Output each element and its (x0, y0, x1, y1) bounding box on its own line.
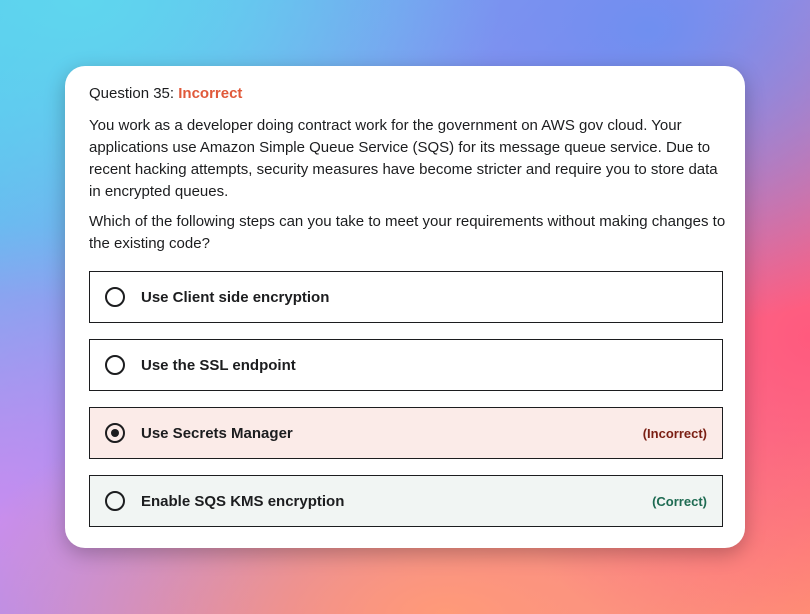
answer-option-incorrect[interactable]: Use Secrets Manager (Incorrect) (89, 407, 723, 459)
correct-tag: (Correct) (652, 493, 707, 509)
option-label: Use Client side encryption (141, 288, 330, 306)
question-prompt: Which of the following steps can you tak… (89, 213, 726, 252)
question-card: Question 35: Incorrect You work as a dev… (65, 66, 745, 548)
radio-unselected-icon[interactable] (105, 355, 125, 375)
question-number: Question 35: (89, 85, 175, 102)
option-label: Enable SQS KMS encryption (141, 492, 345, 510)
question-header: Question 35: Incorrect (89, 85, 242, 102)
result-status: Incorrect (178, 85, 243, 102)
option-label: Use Secrets Manager (141, 424, 293, 442)
incorrect-tag: (Incorrect) (642, 425, 707, 441)
question-text: You work as a developer doing contract w… (89, 117, 718, 200)
answer-option[interactable]: Use the SSL endpoint (89, 339, 723, 391)
option-label: Use the SSL endpoint (141, 356, 296, 374)
answer-option[interactable]: Use Client side encryption (89, 271, 723, 323)
radio-unselected-icon[interactable] (105, 491, 125, 511)
radio-selected-icon[interactable] (105, 423, 125, 443)
radio-unselected-icon[interactable] (105, 287, 125, 307)
answer-option-correct[interactable]: Enable SQS KMS encryption (Correct) (89, 475, 723, 527)
radio-dot (111, 429, 119, 437)
